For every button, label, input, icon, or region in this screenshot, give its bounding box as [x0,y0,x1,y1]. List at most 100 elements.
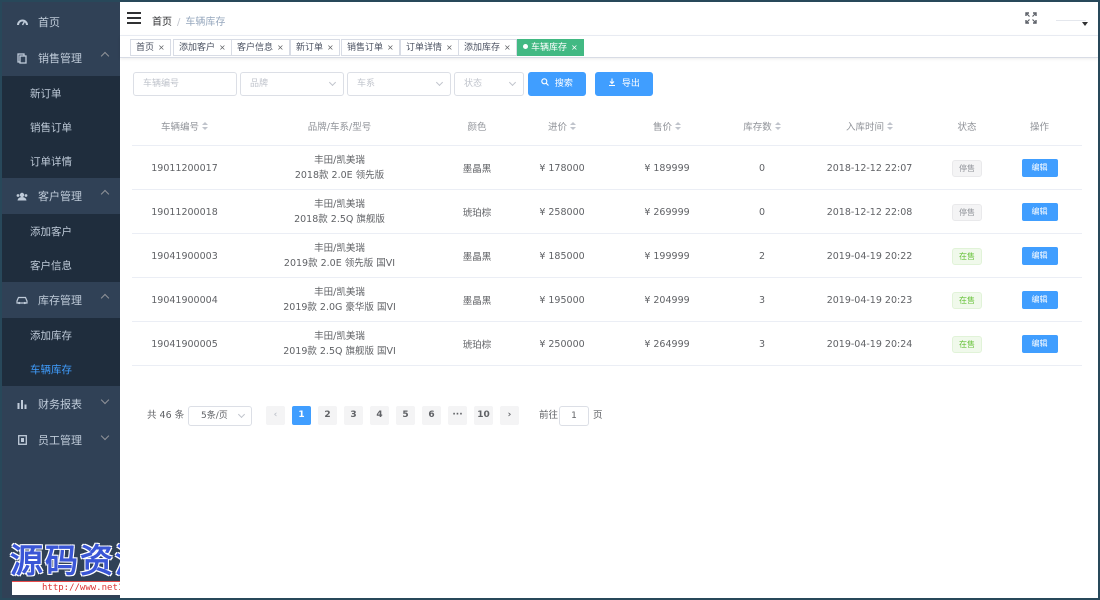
close-icon[interactable]: × [571,43,578,52]
edit-button[interactable]: 编辑 [1021,159,1058,177]
model-line1: 丰田/凯美瑞 [314,331,365,342]
tag-new-order[interactable]: 新订单 × [290,39,340,56]
tag-add-stock[interactable]: 添加库存 × [458,39,517,56]
cell-stock: 3 [758,338,766,350]
series-select[interactable]: 车系 [347,72,451,96]
cell-model: 丰田/凯美瑞 2019款 2.0G 豪华版 国VI [237,278,442,322]
main-area: 首页 / 车辆库存 首页 × 添加客户 × 客户信息 × 新订单 × 销售订单 × 订单详情 ×… [120,2,1098,598]
cell-color: 墨晶黑 [462,296,492,307]
sort-icon[interactable] [774,122,781,131]
search-label: 搜索 [554,79,573,89]
fullscreen-icon[interactable] [1024,12,1038,26]
close-icon[interactable]: × [446,43,453,52]
sort-icon[interactable] [570,122,576,131]
vehicle-no-field[interactable] [143,73,236,95]
cell-price: ¥ 189999 [644,162,690,174]
breadcrumb-home[interactable]: 首页 [152,17,172,28]
hamburger-icon[interactable] [127,12,141,24]
series-placeholder: 车系 [357,79,376,89]
sidebar-item-add-customer[interactable]: 添加客户 [2,214,120,248]
cell-status: 在售 [937,322,997,366]
page-size-select[interactable]: 5条/页 [188,406,252,426]
page-button-4[interactable]: 4 [370,406,389,425]
sidebar-item-inventory[interactable]: 库存管理 [2,282,120,318]
next-page-button[interactable]: › [500,406,519,425]
close-icon[interactable]: × [219,43,226,52]
tag-label: 添加库存 [464,43,501,53]
sidebar-item-label: 客户管理 [38,190,82,203]
cell-status: 在售 [937,234,997,278]
edit-button[interactable]: 编辑 [1021,335,1058,353]
tag-label: 首页 [136,43,155,53]
sidebar-item-vehicle-stock[interactable]: 车辆库存 [2,352,120,386]
brand-select[interactable]: 品牌 [240,72,344,96]
page-unit-label: 页 [593,410,603,421]
sidebar-item-sales-orders[interactable]: 销售订单 [2,110,120,144]
table-row: 19041900003 丰田/凯美瑞 2019款 2.0E 领先版 国VI 墨晶黑… [132,234,1082,278]
table-row: 19041900005 丰田/凯美瑞 2019款 2.5Q 旗舰版 国VI 琥珀棕… [132,322,1082,366]
header-vehicle-no[interactable]: 车辆编号 [132,110,237,146]
goto-page-input[interactable]: 1 [559,406,589,426]
page-button-3[interactable]: 3 [344,406,363,425]
export-button[interactable]: 导出 [595,72,653,96]
tag-add-customer[interactable]: 添加客户 × [173,39,232,56]
page-button-5[interactable]: 5 [396,406,415,425]
sidebar-item-order-detail[interactable]: 订单详情 [2,144,120,178]
cell-time: 2019-04-19 20:23 [826,294,913,306]
page-size-value: 5条/页 [201,411,228,421]
car-icon [16,294,28,306]
cell-vehicle-no: 19041900004 [151,294,218,306]
sidebar-item-add-stock[interactable]: 添加库存 [2,318,120,352]
sort-icon[interactable] [675,122,681,131]
sort-icon[interactable] [202,122,208,131]
avatar[interactable] [1056,20,1086,21]
sidebar-item-sales[interactable]: 销售管理 [2,40,120,76]
sidebar-item-customer-info[interactable]: 客户信息 [2,248,120,282]
tag-order-detail[interactable]: 订单详情 × [400,39,459,56]
cell-time: 2018-12-12 22:08 [826,206,913,218]
sidebar-item-label: 首页 [38,16,60,29]
sidebar-item-customers[interactable]: 客户管理 [2,178,120,214]
close-icon[interactable]: × [277,43,284,52]
page-button-6[interactable]: 6 [422,406,441,425]
close-icon[interactable]: × [387,43,394,52]
cell-stock: 0 [758,206,766,218]
sort-icon[interactable] [887,122,893,131]
chevron-down-icon [100,431,110,441]
tag-label: 添加客户 [179,43,216,53]
status-select[interactable]: 状态 [454,72,524,96]
header-time[interactable]: 入库时间 [802,110,937,146]
page-button-10[interactable]: 10 [474,406,493,425]
vehicle-no-input[interactable] [133,72,237,96]
edit-button[interactable]: 编辑 [1021,247,1058,265]
model-line2: 2018款 2.5Q 旗舰版 [294,214,385,225]
prev-page-button[interactable]: ‹ [266,406,285,425]
edit-button[interactable]: 编辑 [1021,203,1058,221]
header-stock[interactable]: 库存数 [722,110,802,146]
tag-sales-orders[interactable]: 销售订单 × [341,39,400,56]
sidebar-item-label: 财务报表 [38,398,82,411]
sidebar-item-home[interactable]: 首页 [2,4,120,40]
close-icon[interactable]: × [327,43,334,52]
header-price[interactable]: 售价 [612,110,722,146]
breadcrumb-separator: / [177,17,181,28]
sidebar-item-finance[interactable]: 财务报表 [2,386,120,422]
more-pages-button[interactable]: ··· [448,406,467,425]
table-row: 19011200017 丰田/凯美瑞 2018款 2.0E 领先版 墨晶黑 ¥ 1… [132,146,1082,190]
tag-label: 新订单 [296,43,324,53]
page-button-2[interactable]: 2 [318,406,337,425]
sidebar-item-staff[interactable]: 员工管理 [2,422,120,458]
cell-color: 墨晶黑 [462,252,492,263]
sidebar-item-label: 员工管理 [38,434,82,447]
search-button[interactable]: 搜索 [528,72,586,96]
close-icon[interactable]: × [504,43,511,52]
tag-home[interactable]: 首页 × [130,39,171,56]
caret-down-icon[interactable] [1082,22,1088,26]
sidebar-item-new-order[interactable]: 新订单 [2,76,120,110]
page-button-1[interactable]: 1 [292,406,311,425]
header-cost[interactable]: 进价 [512,110,612,146]
edit-button[interactable]: 编辑 [1021,291,1058,309]
tag-vehicle-stock[interactable]: 车辆库存 × [517,39,584,56]
tag-customer-info[interactable]: 客户信息 × [231,39,290,56]
close-icon[interactable]: × [158,43,165,52]
